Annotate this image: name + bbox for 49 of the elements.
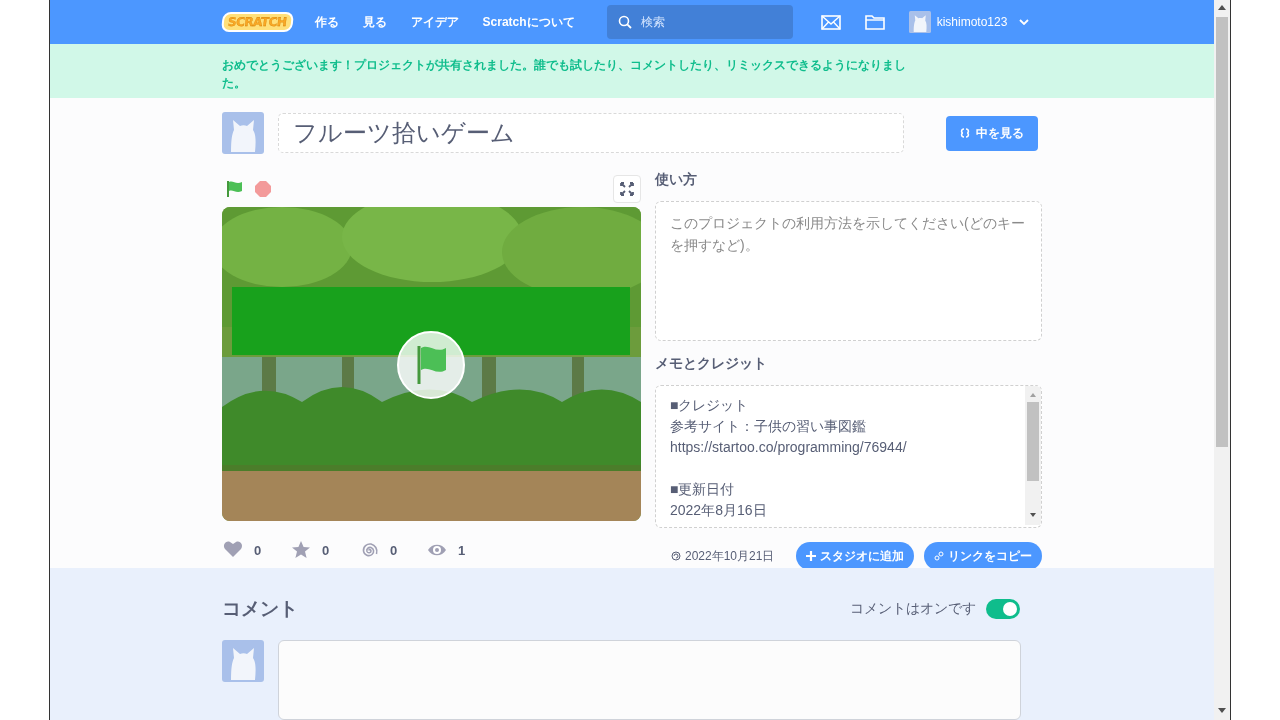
- stat-count: 1: [458, 542, 466, 558]
- copy-link-button[interactable]: リンクをコピー: [924, 542, 1042, 570]
- nav-link[interactable]: アイデア: [398, 13, 471, 31]
- stat-count: 0: [322, 542, 330, 558]
- instructions-heading: 使い方: [655, 171, 698, 189]
- add-to-studio-button[interactable]: スタジオに追加: [796, 542, 914, 570]
- commenter-avatar: [222, 640, 264, 682]
- stat-count: 0: [390, 542, 398, 558]
- comment-input-field[interactable]: [278, 640, 1021, 720]
- star-icon[interactable]: [290, 540, 312, 560]
- envelope-icon[interactable]: [820, 14, 841, 30]
- nav-link[interactable]: 作る: [302, 13, 351, 31]
- comments-toggle[interactable]: [986, 599, 1020, 619]
- stat-count: 0: [254, 542, 262, 558]
- heart-icon[interactable]: [222, 540, 244, 560]
- folder-icon[interactable]: [864, 14, 885, 30]
- share-success-message: おめでとうございます！プロジェクトが共有されました。誰でも試したり、コメントしたり、リミックスできるようになりました。: [222, 57, 907, 92]
- nav-link[interactable]: 見る: [350, 13, 399, 31]
- instructions-field[interactable]: このプロジェクトの利用方法を示してください(どのキーを押すなど)。: [655, 201, 1042, 341]
- link-icon: [934, 551, 944, 561]
- flag-play-icon[interactable]: [396, 330, 466, 400]
- scratch-logo[interactable]: SCRATCH: [220, 12, 294, 32]
- stop-icon[interactable]: [254, 180, 272, 198]
- expand-icon: [620, 182, 634, 196]
- shared-date: 2022年10月21日: [685, 547, 775, 565]
- plus-icon: [806, 551, 816, 561]
- notes-line: 参考サイト：子供の習い事図鑑: [670, 417, 866, 436]
- see-inside-button[interactable]: 中を見る: [946, 115, 1038, 151]
- notes-line: 2022年8月16日: [670, 501, 767, 520]
- notes-line: https://startoo.co/programming/76944/: [670, 438, 907, 457]
- search-field[interactable]: 検索: [606, 5, 793, 39]
- brackets-icon: [960, 128, 970, 138]
- scrollbar[interactable]: [1214, 0, 1230, 720]
- user-avatar: [908, 11, 931, 33]
- notes-scrollbar[interactable]: [1025, 386, 1041, 525]
- fullscreen-button[interactable]: [613, 175, 641, 203]
- comments-heading: コメント: [222, 597, 298, 621]
- game-stage-picture[interactable]: [222, 207, 641, 521]
- comments-toggle-label: コメントはオンです: [850, 600, 976, 618]
- username[interactable]: kishimoto123: [936, 15, 1008, 29]
- nav-link[interactable]: Scratchについて: [470, 13, 587, 31]
- flag-icon[interactable]: [226, 180, 244, 198]
- project-title-field[interactable]: フルーツ拾いゲーム: [278, 113, 904, 153]
- notes-field[interactable]: ■クレジット 参考サイト：子供の習い事図鑑 https://startoo.co/programming/76944/ ■更新日付 2022年8月16日: [655, 385, 1042, 528]
- notes-line: ■更新日付: [670, 480, 735, 499]
- notes-heading: メモとクレジット: [655, 355, 768, 373]
- project-author-avatar: [222, 112, 264, 154]
- notes-line: ■クレジット: [670, 396, 749, 415]
- caret-icon[interactable]: [1019, 19, 1030, 25]
